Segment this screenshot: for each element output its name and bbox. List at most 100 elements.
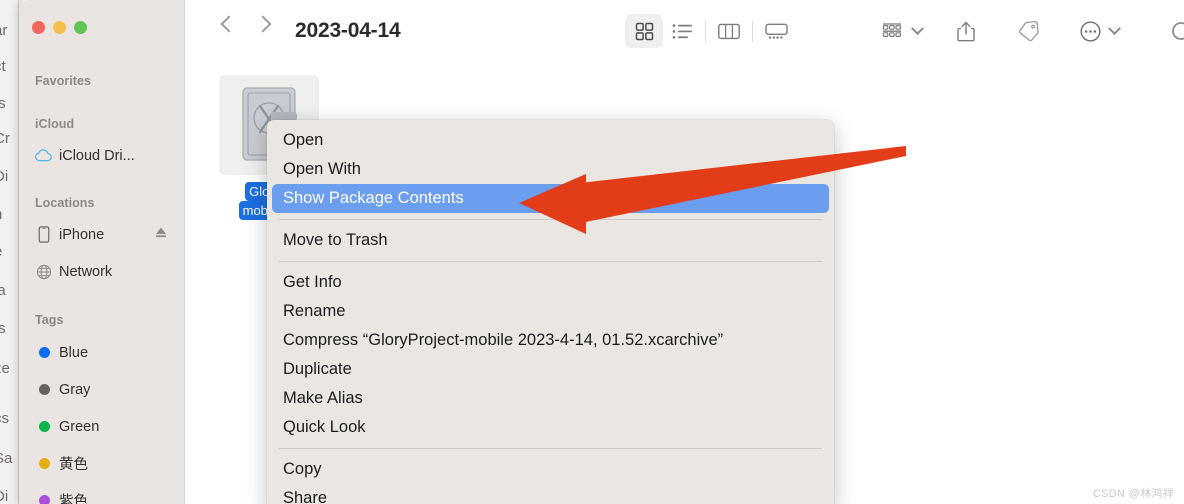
page-title: 2023-04-14 (295, 19, 401, 42)
menu-item-copy[interactable]: Copy (267, 455, 834, 484)
submenu-chevron-right-icon: › (813, 161, 818, 178)
bg-text-fragment: Sa (0, 450, 13, 467)
menu-item-show-package-contents[interactable]: Show Package Contents (272, 184, 829, 213)
sidebar-item-label: Blue (59, 344, 89, 361)
network-globe-icon (35, 263, 52, 280)
screenshot-root: ct ar ts Cr Di n e la ts ze cs Sa Di Fav… (0, 0, 1184, 504)
menu-item-quick-look[interactable]: Quick Look (267, 413, 834, 442)
tag-icon (1018, 21, 1039, 41)
bg-text-fragment: ar (0, 22, 8, 39)
ellipsis-circle-icon (1079, 20, 1101, 42)
menu-item-label: Quick Look (283, 418, 366, 436)
menu-item-label: Duplicate (283, 360, 352, 378)
menu-item-label: Make Alias (283, 389, 363, 407)
sidebar-section-favorites: Favorites (35, 74, 92, 88)
sidebar-item-label: Green (59, 418, 100, 435)
sidebar-item-tag-blue[interactable]: Blue (19, 339, 185, 366)
tag-dot-icon (35, 492, 52, 504)
sidebar-item-iphone[interactable]: iPhone (19, 221, 185, 248)
menu-item-open-with[interactable]: Open With › (267, 155, 834, 184)
minimize-button[interactable] (53, 21, 66, 34)
sidebar-item-label: Network (59, 263, 113, 280)
more-actions-button[interactable] (1072, 14, 1108, 48)
menu-item-duplicate[interactable]: Duplicate (267, 355, 834, 384)
sidebar-item-label: 紫色 (59, 494, 88, 504)
bg-text-fragment: Di (0, 488, 9, 504)
tag-dot-icon (35, 455, 52, 472)
column-view-button[interactable] (710, 14, 748, 48)
tags-button[interactable] (1010, 14, 1046, 48)
gallery-view-button[interactable] (757, 14, 795, 48)
menu-item-get-info[interactable]: Get Info (267, 268, 834, 297)
bg-text-fragment: cs (0, 410, 9, 427)
search-button[interactable] (1170, 20, 1184, 51)
context-menu[interactable]: Open Open With › Show Package Contents M… (267, 120, 834, 504)
menu-item-share[interactable]: Share (267, 484, 834, 504)
tag-dot-icon (35, 418, 52, 435)
menu-item-rename[interactable]: Rename (267, 297, 834, 326)
menu-item-label: Get Info (283, 273, 342, 291)
toolbar: 2023-04-14 (185, 0, 1184, 66)
toolbar-actions (875, 14, 1121, 48)
maximize-button[interactable] (74, 21, 87, 34)
forward-chevron-icon[interactable] (254, 15, 272, 33)
menu-item-label: Compress “GloryProject-mobile 2023-4-14,… (283, 331, 724, 349)
sidebar-item-label: Gray (59, 381, 91, 398)
list-view-button[interactable] (663, 14, 701, 48)
group-by-button[interactable] (875, 14, 911, 48)
sidebar-item-tag-gray[interactable]: Gray (19, 376, 185, 403)
menu-item-label: Open With (283, 160, 361, 178)
menu-item-label: Move to Trash (283, 231, 388, 249)
bg-text-fragment: ct (0, 58, 6, 75)
watermark: CSDN @林鸿祥 (1092, 488, 1174, 500)
view-mode-group (625, 14, 795, 48)
back-chevron-icon[interactable] (220, 15, 238, 33)
menu-item-label: Copy (283, 460, 322, 478)
group-icon (882, 23, 902, 38)
bg-text-fragment: la (0, 282, 6, 299)
navigation-buttons (220, 15, 272, 33)
menu-divider (279, 448, 822, 449)
sidebar-section-tags: Tags (35, 313, 64, 327)
bg-text-fragment: Cr (0, 130, 10, 147)
menu-item-make-alias[interactable]: Make Alias (267, 384, 834, 413)
sidebar-item-label: iCloud Dri... (59, 147, 135, 164)
sidebar-item-icloud-drive[interactable]: iCloud Dri... (19, 142, 185, 169)
toolbar-divider (705, 20, 706, 42)
sidebar-item-label: iPhone (59, 226, 105, 243)
menu-item-compress[interactable]: Compress “GloryProject-mobile 2023-4-14,… (267, 326, 834, 355)
search-icon (1172, 22, 1184, 40)
menu-item-label: Show Package Contents (283, 189, 464, 207)
bg-text-fragment: n (0, 206, 2, 223)
sidebar-item-tag-green[interactable]: Green (19, 413, 185, 440)
group-chevron-down-icon[interactable] (911, 21, 924, 35)
bg-text-fragment: Di (0, 168, 9, 185)
sidebar-item-tag-yellow[interactable]: 黄色 (19, 450, 185, 477)
menu-item-move-to-trash[interactable]: Move to Trash (267, 226, 834, 255)
list-icon (672, 23, 692, 38)
sidebar-item-label: 黄色 (59, 457, 88, 473)
sidebar-item-tag-purple[interactable]: 紫色 (19, 487, 185, 504)
share-icon (957, 21, 975, 41)
close-button[interactable] (32, 21, 45, 34)
menu-divider (279, 261, 822, 262)
icon-view-button[interactable] (625, 14, 663, 48)
sidebar-section-icloud: iCloud (35, 117, 75, 131)
toolbar-divider (752, 20, 753, 42)
bg-text-fragment: ts (0, 95, 6, 112)
menu-item-open[interactable]: Open (267, 126, 834, 155)
more-chevron-down-icon[interactable] (1108, 21, 1121, 35)
menu-item-label: Rename (283, 302, 346, 320)
sidebar-section-locations: Locations (35, 196, 95, 210)
bg-text-fragment: ze (0, 360, 10, 377)
gallery-icon (764, 23, 788, 39)
bg-text-fragment: e (0, 243, 2, 260)
sidebar-item-network[interactable]: Network (19, 258, 185, 285)
icloud-icon (35, 147, 52, 164)
tag-dot-icon (35, 344, 52, 361)
eject-icon[interactable] (154, 226, 168, 244)
share-button[interactable] (948, 14, 984, 48)
grid-icon (635, 22, 653, 40)
bg-text-fragment: ts (0, 320, 6, 337)
iphone-icon (35, 226, 52, 243)
